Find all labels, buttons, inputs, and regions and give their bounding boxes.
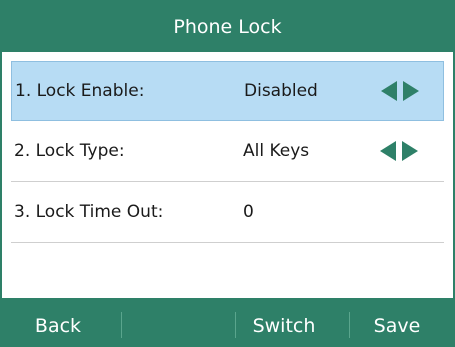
switch-softkey[interactable]: Switch	[228, 298, 340, 345]
lock-time-out-row[interactable]: 3. Lock Time Out: 0	[11, 183, 444, 243]
empty-softkey[interactable]	[115, 298, 227, 345]
lock-type-switch[interactable]	[380, 141, 424, 161]
arrow-left-icon[interactable]	[381, 81, 397, 101]
lock-type-value: All Keys	[243, 141, 310, 161]
lock-type-row[interactable]: 2. Lock Type: All Keys	[11, 122, 444, 182]
lock-enable-label: 1. Lock Enable:	[15, 81, 145, 101]
lock-time-out-label: 3. Lock Time Out:	[14, 202, 164, 222]
lock-time-out-field[interactable]: 0	[243, 183, 254, 241]
softkey-bar: Back Switch Save	[2, 298, 453, 345]
arrow-left-icon[interactable]	[380, 141, 396, 161]
lock-type-label: 2. Lock Type:	[14, 141, 125, 161]
lock-enable-row[interactable]: 1. Lock Enable: Disabled	[11, 61, 444, 121]
arrow-right-icon[interactable]	[403, 81, 419, 101]
phone-lock-screen: Phone Lock 1. Lock Enable: Disabled 2. L…	[0, 0, 455, 347]
save-softkey[interactable]: Save	[341, 298, 453, 345]
page-title: Phone Lock	[2, 2, 453, 52]
back-softkey[interactable]: Back	[2, 298, 114, 345]
arrow-right-icon[interactable]	[402, 141, 418, 161]
lock-enable-value: Disabled	[244, 81, 318, 101]
lock-enable-switch[interactable]	[381, 81, 425, 101]
